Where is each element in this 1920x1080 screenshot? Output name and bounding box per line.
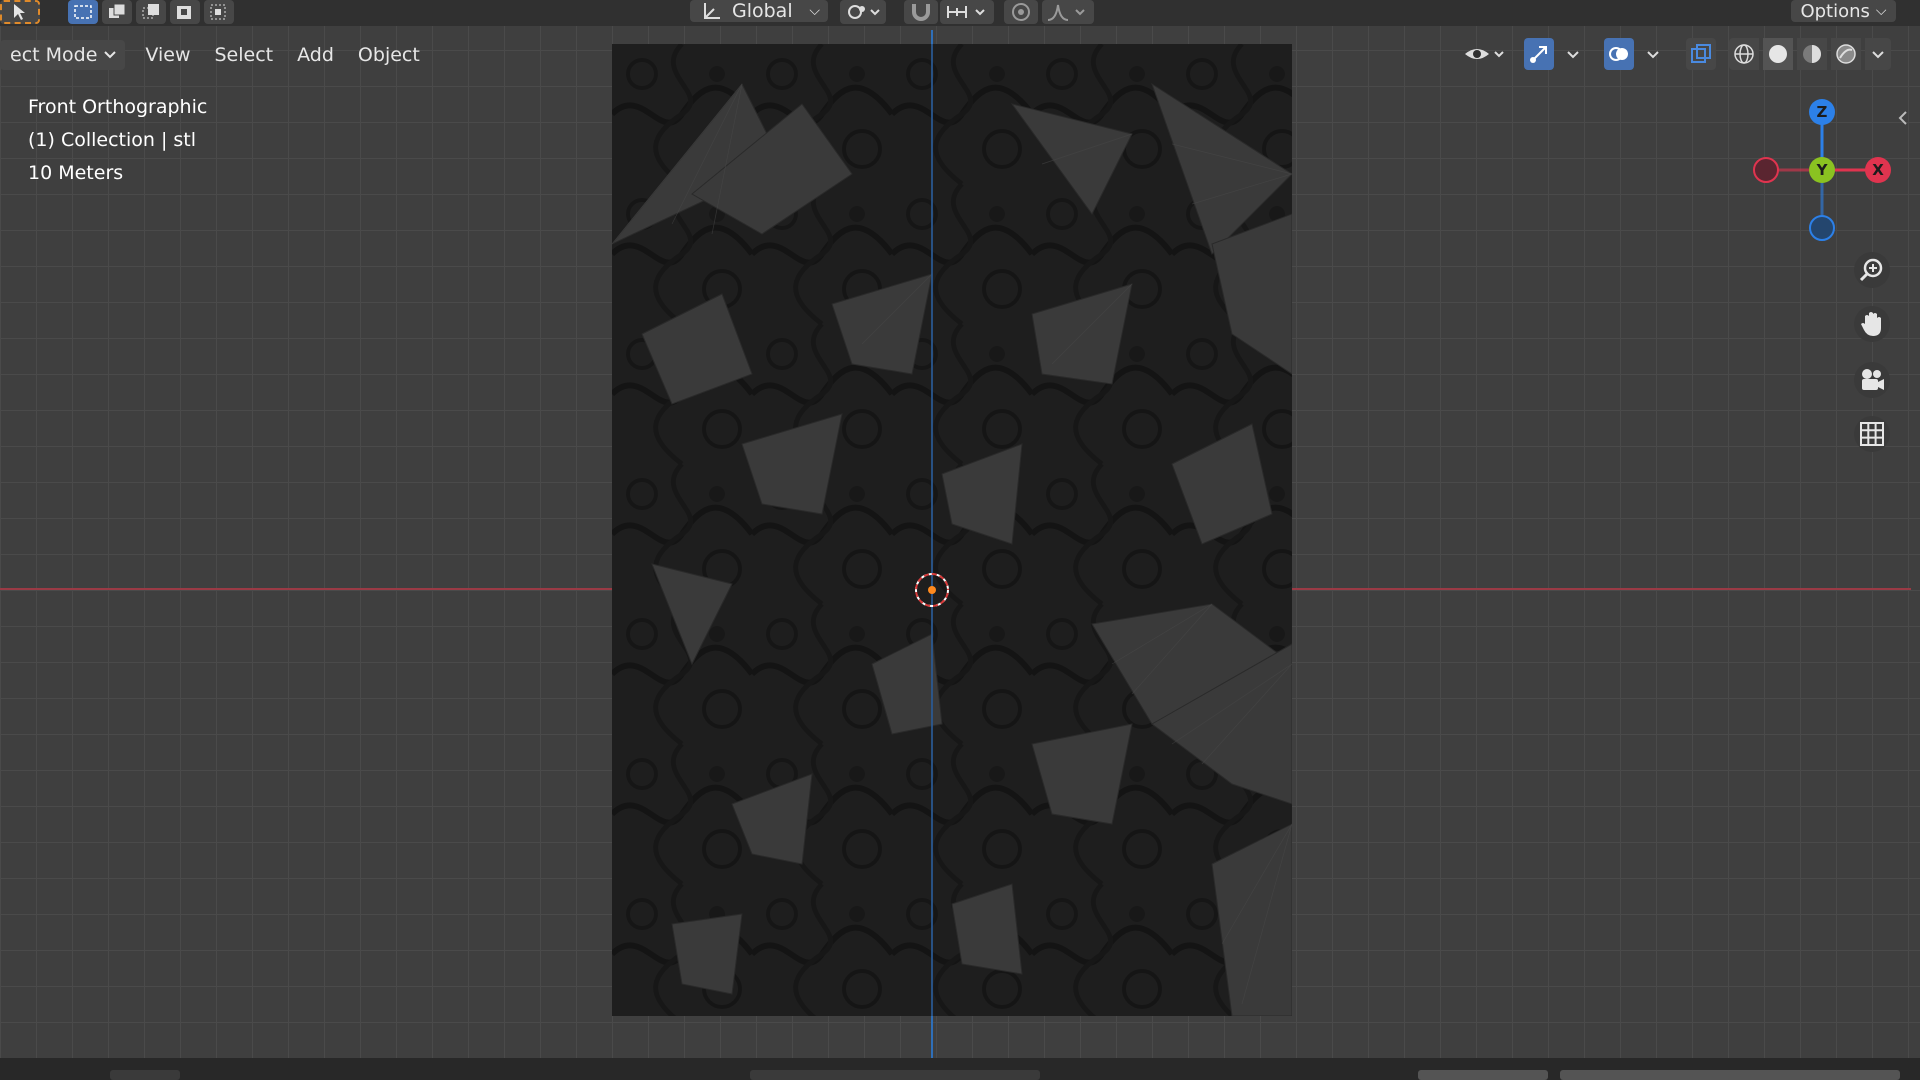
zoom-icon — [1859, 258, 1883, 282]
object-mode-dropdown[interactable]: ect Mode — [0, 40, 126, 70]
transform-orientation-label: Global — [732, 0, 793, 22]
overlays-icon — [1609, 47, 1628, 61]
solid-shading-button[interactable] — [1763, 38, 1793, 70]
timeline-header — [0, 1058, 1920, 1080]
select-intersect-icon — [210, 4, 226, 20]
object-origin[interactable] — [912, 570, 952, 610]
gizmo-y-positive[interactable]: Y — [1809, 157, 1835, 183]
navigation-gizmo[interactable]: Z X Y — [1740, 90, 1900, 250]
chevron-down-icon — [1647, 51, 1659, 59]
proportional-edit-button[interactable] — [1004, 0, 1038, 24]
gizmo-y-label: Y — [1816, 161, 1828, 179]
gizmo-options-dropdown[interactable] — [1560, 38, 1586, 70]
select-extend-icon — [109, 3, 126, 18]
gizmo-z-negative[interactable] — [1809, 215, 1835, 241]
menu-view[interactable]: View — [135, 40, 200, 70]
playback-controls[interactable] — [750, 1070, 1040, 1080]
select-box-intersect-button[interactable] — [204, 0, 234, 24]
snap-increment-icon — [947, 6, 985, 18]
gizmo-x-positive[interactable]: X — [1865, 157, 1891, 183]
viewport-header-menus: ect Mode View Select Add Object — [0, 38, 430, 72]
xray-toggle-button[interactable] — [1686, 38, 1716, 70]
camera-icon — [1862, 369, 1884, 390]
cursor-arrow-icon — [14, 4, 25, 20]
gizmo-z-positive[interactable]: Z — [1809, 99, 1835, 125]
material-preview-button[interactable] — [1797, 38, 1827, 70]
pivot-point-icon — [848, 5, 880, 19]
overlays-options-dropdown[interactable] — [1640, 38, 1666, 70]
select-box-invert-button[interactable] — [170, 0, 200, 24]
snap-toggle-button[interactable] — [904, 0, 938, 24]
mesh-render — [612, 44, 1292, 1016]
wireframe-sphere-icon — [1734, 44, 1754, 64]
rendered-sphere-icon — [1836, 44, 1856, 64]
frame-range-field[interactable] — [1560, 1070, 1900, 1080]
rendered-shading-button[interactable] — [1831, 38, 1861, 70]
select-box-subtract-button[interactable] — [136, 0, 166, 24]
select-tool-button[interactable] — [0, 0, 40, 24]
stl-mesh-object[interactable] — [612, 44, 1292, 1016]
select-box-new-button[interactable] — [68, 0, 98, 24]
gizmo-x-label: X — [1872, 161, 1884, 179]
eye-icon — [1465, 49, 1504, 59]
timeline-button[interactable] — [110, 1070, 180, 1080]
collection-label: (1) Collection | stl — [28, 129, 197, 151]
gizmo-toggle-icon — [1530, 46, 1547, 63]
zoom-button[interactable] — [1854, 252, 1890, 288]
chevron-down-icon — [104, 51, 117, 59]
select-subtract-icon — [142, 4, 159, 19]
xray-icon — [1691, 44, 1711, 63]
show-gizmo-button[interactable] — [1524, 38, 1554, 70]
pan-button[interactable] — [1854, 306, 1890, 342]
select-box-extend-button[interactable] — [102, 0, 132, 24]
frame-field[interactable] — [1418, 1070, 1548, 1080]
perspective-toggle-button[interactable] — [1854, 416, 1890, 452]
magnet-icon — [912, 4, 930, 21]
select-new-icon — [74, 5, 92, 19]
falloff-curve-icon — [1047, 4, 1085, 21]
options-label: Options — [1800, 0, 1870, 22]
gizmo-z-label: Z — [1816, 103, 1828, 121]
camera-view-button[interactable] — [1854, 362, 1890, 398]
menu-add[interactable]: Add — [287, 40, 344, 70]
pivot-point-button[interactable] — [840, 0, 886, 24]
tool-header: Global ⌵ Options ⌵ — [0, 0, 1920, 26]
select-invert-icon — [177, 6, 191, 19]
proportional-falloff-button[interactable] — [1042, 0, 1094, 24]
solid-sphere-icon — [1769, 45, 1787, 63]
material-sphere-icon — [1803, 45, 1821, 63]
mode-label: ect Mode — [10, 44, 98, 66]
menu-select[interactable]: Select — [205, 40, 284, 70]
shading-options-dropdown[interactable] — [1865, 38, 1891, 70]
show-overlays-button[interactable] — [1604, 38, 1634, 70]
scale-label: 10 Meters — [28, 162, 124, 184]
orientation-axes-icon — [704, 3, 720, 19]
wireframe-shading-button[interactable] — [1729, 38, 1759, 70]
menu-object[interactable]: Object — [348, 40, 430, 70]
transform-orientation-dropdown[interactable]: Global ⌵ — [690, 0, 828, 22]
hand-pan-icon — [1861, 312, 1881, 336]
proportional-edit-icon — [1012, 3, 1030, 21]
chevron-down-icon: ⌵ — [1875, 3, 1887, 19]
snap-target-button[interactable] — [940, 0, 994, 24]
view-name-label: Front Orthographic — [28, 96, 208, 118]
chevron-down-icon — [1567, 51, 1579, 59]
object-visibility-button[interactable] — [1460, 38, 1510, 70]
grid-icon — [1860, 422, 1884, 446]
gizmo-x-negative[interactable] — [1753, 157, 1779, 183]
options-dropdown[interactable]: Options ⌵ — [1791, 0, 1896, 22]
chevron-down-icon: ⌵ — [809, 3, 820, 19]
chevron-down-icon — [1872, 51, 1884, 59]
